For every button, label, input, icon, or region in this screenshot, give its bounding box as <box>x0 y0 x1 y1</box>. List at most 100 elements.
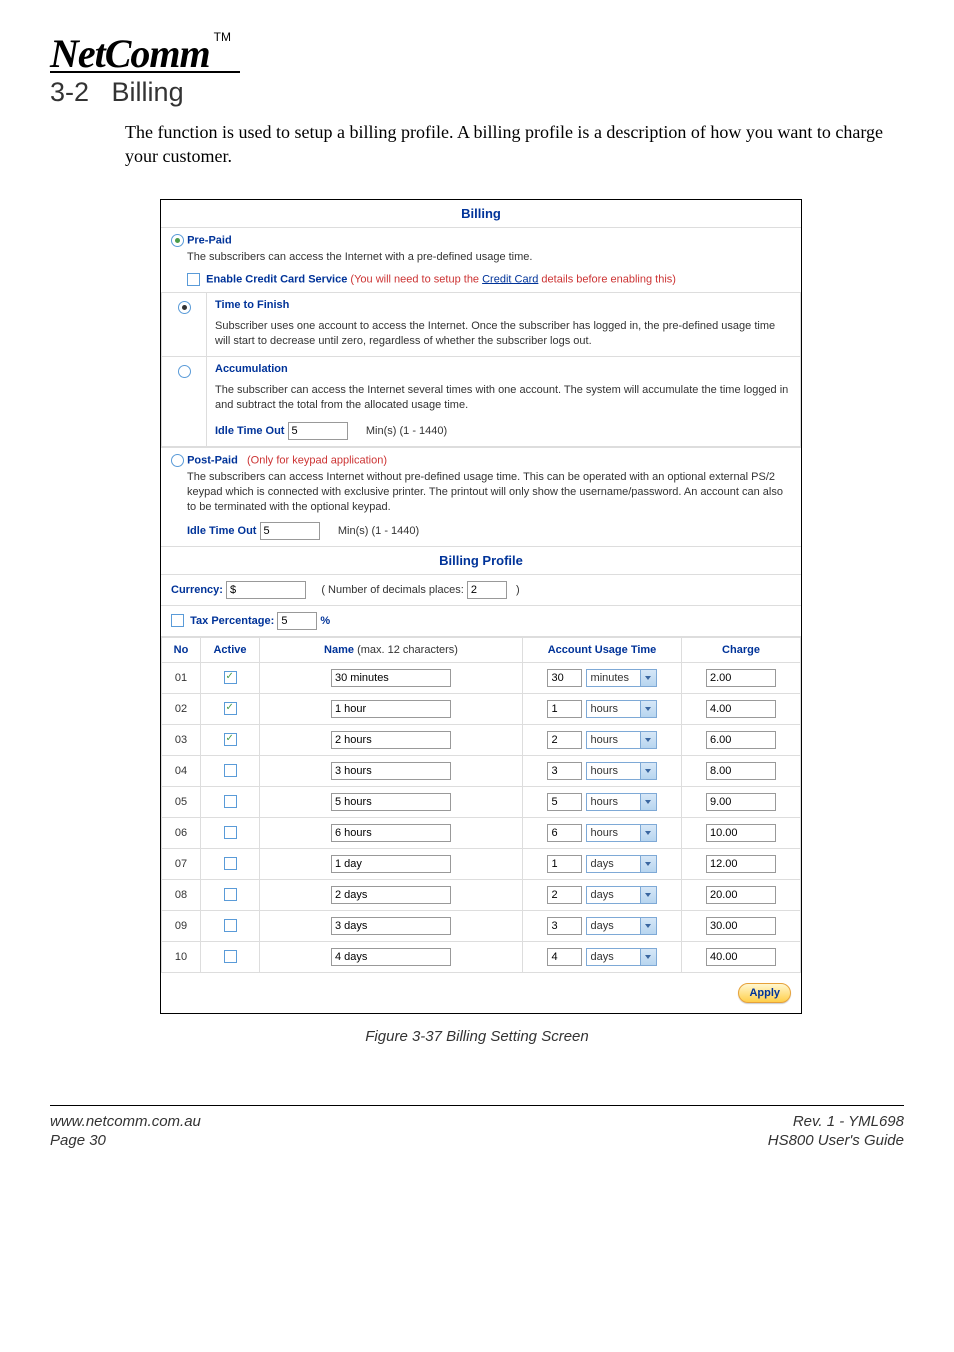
row-active-checkbox[interactable] <box>224 857 237 870</box>
logo-text: NetComm <box>50 31 210 76</box>
row-unit-select[interactable]: hours <box>586 700 657 718</box>
acc-label: Accumulation <box>215 363 792 375</box>
row-active-checkbox[interactable] <box>224 671 237 684</box>
row-unit-select[interactable]: days <box>586 886 657 904</box>
prepaid-options-table: Time to Finish Subscriber uses one accou… <box>161 292 801 447</box>
footer-url: www.netcomm.com.au <box>50 1113 201 1130</box>
billing-title: Billing <box>161 200 801 228</box>
row-charge-input[interactable] <box>706 700 776 718</box>
row-name-input[interactable] <box>331 669 451 687</box>
section-title: Billing <box>112 77 184 107</box>
row-charge-input[interactable] <box>706 824 776 842</box>
row-qty-input[interactable] <box>547 762 582 780</box>
row-charge-input[interactable] <box>706 731 776 749</box>
table-row: 01 minutes <box>162 662 801 693</box>
currency-input[interactable] <box>226 581 306 599</box>
row-active-checkbox[interactable] <box>224 888 237 901</box>
row-charge-input[interactable] <box>706 948 776 966</box>
row-charge-input[interactable] <box>706 855 776 873</box>
row-active-checkbox[interactable] <box>224 764 237 777</box>
row-active-checkbox[interactable] <box>224 733 237 746</box>
row-qty-input[interactable] <box>547 700 582 718</box>
row-active-checkbox[interactable] <box>224 950 237 963</box>
row-unit-select[interactable]: hours <box>586 793 657 811</box>
credit-card-checkbox[interactable] <box>187 273 200 286</box>
row-unit-select[interactable]: hours <box>586 731 657 749</box>
row-active-checkbox[interactable] <box>224 702 237 715</box>
profile-table: No Active Name (max. 12 characters) Acco… <box>161 637 801 973</box>
row-qty-input[interactable] <box>547 855 582 873</box>
row-unit-select[interactable]: days <box>586 917 657 935</box>
row-name-input[interactable] <box>331 948 451 966</box>
row-unit-select[interactable]: minutes <box>586 669 657 687</box>
tax-input[interactable] <box>277 612 317 630</box>
col-active: Active <box>201 637 260 662</box>
row-name-input[interactable] <box>331 824 451 842</box>
time-to-finish-radio[interactable] <box>178 301 191 314</box>
chevron-down-icon <box>640 856 656 872</box>
tax-label: Tax Percentage: <box>190 615 274 627</box>
row-qty-input[interactable] <box>547 886 582 904</box>
row-qty-input[interactable] <box>547 669 582 687</box>
row-unit-value: days <box>591 889 636 901</box>
row-unit-value: days <box>591 858 636 870</box>
table-row: 05 hours <box>162 786 801 817</box>
section-heading: 3-2 Billing <box>50 77 904 108</box>
row-charge-input[interactable] <box>706 917 776 935</box>
credit-card-link[interactable]: Credit Card <box>482 273 538 285</box>
table-row: 09 days <box>162 910 801 941</box>
row-unit-value: hours <box>591 703 636 715</box>
apply-button[interactable]: Apply <box>738 983 791 1003</box>
chevron-down-icon <box>640 794 656 810</box>
row-no: 06 <box>162 817 201 848</box>
row-name-input[interactable] <box>331 886 451 904</box>
row-qty-input[interactable] <box>547 793 582 811</box>
credit-card-desc: (You will need to setup the Credit Card … <box>350 273 676 285</box>
col-usage: Account Usage Time <box>523 637 682 662</box>
section-number: 3-2 <box>50 77 89 107</box>
pp-idle-label: Idle Time Out <box>187 525 256 537</box>
acc-idle-input[interactable] <box>288 422 348 440</box>
decimals-input[interactable] <box>467 581 507 599</box>
prepaid-desc: The subscribers can access the Internet … <box>187 250 791 265</box>
row-name-input[interactable] <box>331 793 451 811</box>
row-name-input[interactable] <box>331 731 451 749</box>
row-unit-select[interactable]: hours <box>586 824 657 842</box>
row-name-input[interactable] <box>331 700 451 718</box>
table-row: 07 days <box>162 848 801 879</box>
accumulation-radio[interactable] <box>178 365 191 378</box>
tax-checkbox[interactable] <box>171 614 184 627</box>
pp-idle-input[interactable] <box>260 522 320 540</box>
tax-suffix: % <box>320 615 330 627</box>
row-unit-select[interactable]: days <box>586 948 657 966</box>
page-footer: www.netcomm.com.au Page 30 Rev. 1 - YML6… <box>50 1105 904 1151</box>
row-active-checkbox[interactable] <box>224 795 237 808</box>
row-unit-select[interactable]: days <box>586 855 657 873</box>
row-no: 03 <box>162 724 201 755</box>
row-active-checkbox[interactable] <box>224 919 237 932</box>
row-unit-value: minutes <box>591 672 636 684</box>
row-name-input[interactable] <box>331 762 451 780</box>
row-charge-input[interactable] <box>706 793 776 811</box>
row-qty-input[interactable] <box>547 731 582 749</box>
row-qty-input[interactable] <box>547 948 582 966</box>
row-name-input[interactable] <box>331 855 451 873</box>
section-body: The function is used to setup a billing … <box>125 120 904 169</box>
row-unit-value: hours <box>591 827 636 839</box>
row-active-checkbox[interactable] <box>224 826 237 839</box>
row-charge-input[interactable] <box>706 669 776 687</box>
row-no: 05 <box>162 786 201 817</box>
row-qty-input[interactable] <box>547 917 582 935</box>
row-no: 09 <box>162 910 201 941</box>
credit-card-label: Enable Credit Card Service <box>206 273 347 285</box>
prepaid-radio[interactable] <box>171 234 184 247</box>
row-unit-value: hours <box>591 765 636 777</box>
col-no: No <box>162 637 201 662</box>
row-name-input[interactable] <box>331 917 451 935</box>
row-charge-input[interactable] <box>706 762 776 780</box>
postpaid-radio[interactable] <box>171 454 184 467</box>
table-row: 04 hours <box>162 755 801 786</box>
row-charge-input[interactable] <box>706 886 776 904</box>
row-qty-input[interactable] <box>547 824 582 842</box>
row-unit-select[interactable]: hours <box>586 762 657 780</box>
